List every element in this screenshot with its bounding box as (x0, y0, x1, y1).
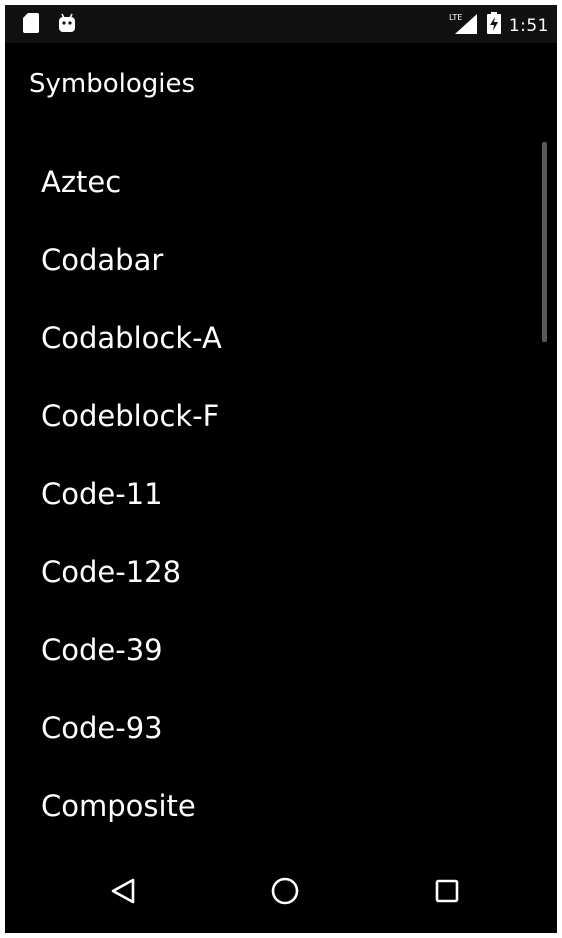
page-title: Symbologies (29, 69, 196, 99)
recents-button[interactable] (425, 869, 469, 913)
list-scrollbar[interactable] (542, 142, 547, 342)
list-item-codabar[interactable]: Codabar (5, 221, 557, 299)
status-bar: LTE 1:51 (5, 5, 557, 43)
list-item-codeblock-f[interactable]: Codeblock-F (5, 377, 557, 455)
app-toolbar: Symbologies (5, 43, 557, 129)
navigation-bar (5, 847, 557, 933)
home-button[interactable] (263, 869, 307, 913)
lte-signal-icon: LTE (449, 11, 479, 40)
list-item-code-128[interactable]: Code-128 (5, 533, 557, 611)
list-item-code-93[interactable]: Code-93 (5, 689, 557, 767)
list-item-composite[interactable]: Composite (5, 767, 557, 845)
status-time: 1:51 (508, 15, 549, 36)
list-item-code-39[interactable]: Code-39 (5, 611, 557, 689)
recents-icon (435, 879, 459, 903)
symbology-list: Aztec Codabar Codablock-A Codeblock-F Co… (5, 143, 557, 845)
list-item-aztec[interactable]: Aztec (5, 143, 557, 221)
status-left-icons (23, 13, 77, 37)
screen: LTE 1:51 Symbologies Aztec Codabar Codab… (5, 5, 557, 933)
battery-icon (486, 12, 501, 39)
list-item-code-11[interactable]: Code-11 (5, 455, 557, 533)
back-button[interactable] (101, 869, 145, 913)
back-icon (111, 878, 135, 904)
android-icon (57, 13, 77, 37)
home-icon (271, 877, 299, 905)
sd-card-icon (23, 13, 39, 37)
lte-label: LTE (449, 13, 462, 22)
status-right-icons: LTE 1:51 (449, 11, 549, 40)
list-item-codablock-a[interactable]: Codablock-A (5, 299, 557, 377)
